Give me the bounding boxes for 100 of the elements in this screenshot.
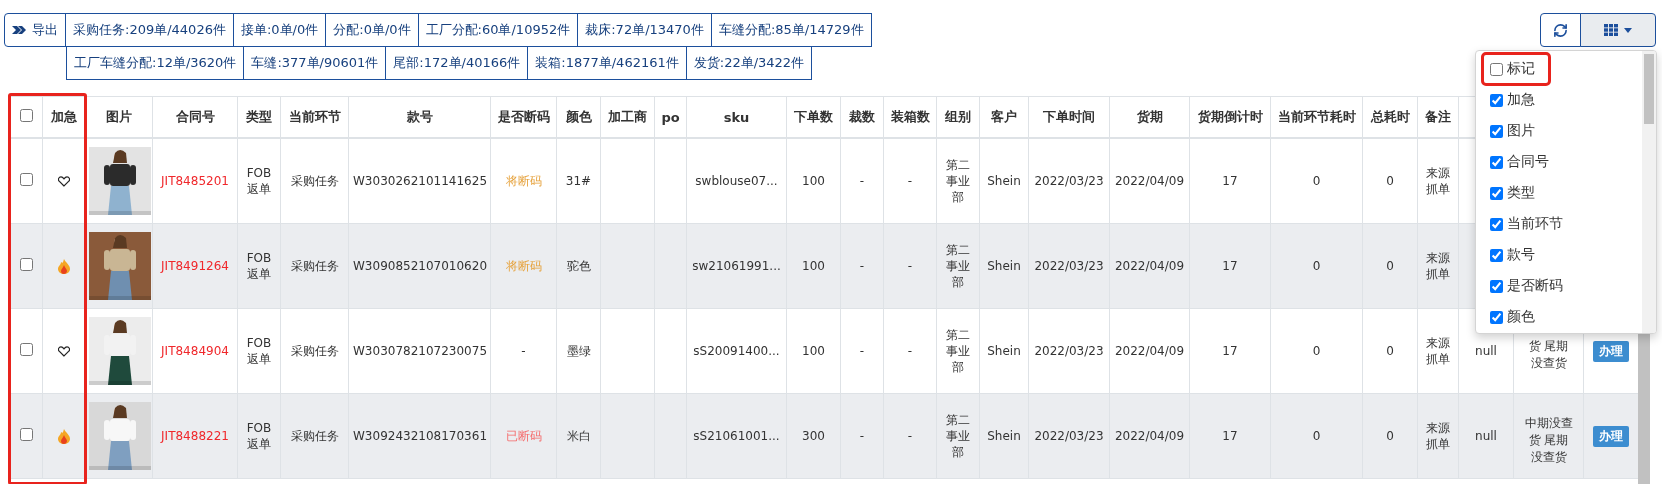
column-header: 图片 [84,96,153,138]
select-all-checkbox[interactable] [20,109,33,122]
row-checkbox[interactable] [20,342,33,356]
column-header: 裁数 [840,96,884,138]
stage-duration: 0 [1312,259,1321,273]
column-checkbox[interactable] [1490,217,1503,231]
contract-number: JIT8485201 [161,174,229,188]
total-duration: 0 [1386,259,1394,273]
column-option[interactable]: 合同号 [1484,148,1555,176]
department-name: 第二事业部 [946,413,970,459]
handle-button[interactable]: 办理 [1593,340,1629,362]
contract-number: JIT8491264 [161,259,229,273]
scrollbar-thumb[interactable] [1644,54,1654,124]
order-type: FOB返单 [246,421,272,451]
color-name: 驼色 [566,259,591,273]
cell-text: null [1475,429,1497,443]
column-option[interactable]: 款号 [1484,241,1548,269]
column-header: 合同号 [152,96,238,138]
column-checkbox[interactable] [1490,186,1503,200]
export-button[interactable]: 导出 [4,13,66,47]
current-stage: 采购任务 [290,344,339,358]
cut-quantity: - [859,259,865,273]
order-type: FOB返单 [246,336,272,366]
order-quantity: 100 [802,259,825,273]
cut-quantity: - [859,344,865,358]
column-checkbox[interactable] [1490,310,1503,324]
style-number: W3030262101141625 [353,174,488,188]
cut-quantity: - [859,174,865,188]
columns-button[interactable] [1580,13,1656,47]
total-duration: 0 [1386,174,1394,188]
column-option[interactable]: 图片 [1484,117,1548,145]
column-checkbox[interactable] [1490,93,1503,107]
stage-duration: 0 [1312,174,1321,188]
cut-quantity: - [859,429,865,443]
column-option[interactable]: 是否断码 [1484,272,1569,300]
column-checkbox[interactable] [1490,248,1503,262]
column-checkbox[interactable] [1490,155,1503,169]
column-option[interactable]: 加急 [1484,86,1548,114]
column-header: 货期倒计时 [1189,96,1271,138]
column-option[interactable]: 类型 [1484,179,1548,207]
remark-text: 来源抓单 [1426,166,1450,196]
column-header: 总耗时 [1362,96,1418,138]
contract-number: JIT8484904 [161,344,229,358]
stage-count-button[interactable]: 发货:22单/3422件 [685,46,813,80]
refresh-button[interactable] [1540,13,1581,47]
column-header: 备注 [1417,96,1459,138]
remark-text: 货 尾期没查货 [1527,338,1570,372]
column-checkbox[interactable] [1490,124,1503,138]
delivery-date: 2022/04/09 [1114,344,1185,358]
department-name: 第二事业部 [946,328,970,374]
order-quantity: 100 [802,174,825,188]
column-option[interactable]: 标记 [1484,55,1548,83]
row-checkbox[interactable] [20,427,33,441]
order-quantity: 300 [802,429,825,443]
remark-text: 来源抓单 [1426,336,1450,366]
column-header: 款号 [348,96,491,138]
order-date: 2022/03/23 [1034,174,1104,188]
sku-code: sw21061991... [692,259,781,273]
column-header: sku [686,96,787,138]
column-header: 下单数 [786,96,841,138]
stage-count-button[interactable]: 工厂车缝分配:12单/3620件 [66,46,245,80]
size-break-status: 将断码 [505,174,542,188]
department-name: 第二事业部 [946,243,970,289]
scrollbar[interactable] [1642,51,1656,333]
order-type: FOB返单 [246,166,272,196]
row-checkbox[interactable] [20,257,33,271]
size-break-status: 将断码 [505,259,542,273]
packed-quantity: - [907,429,913,443]
column-checkbox[interactable] [1490,279,1503,293]
column-option[interactable]: 颜色 [1484,303,1548,331]
column-header: 下单时间 [1028,96,1110,138]
column-header: 当前环节耗时 [1270,96,1363,138]
order-date: 2022/03/23 [1034,344,1104,358]
size-break-status: - [521,344,526,358]
column-header: po [654,96,687,138]
column-checkbox[interactable] [1490,62,1503,76]
packed-quantity: - [907,174,913,188]
delivery-countdown: 17 [1222,344,1238,358]
packed-quantity: - [907,344,913,358]
delivery-countdown: 17 [1222,259,1238,273]
department-name: 第二事业部 [946,158,970,204]
contract-number: JIT8488221 [161,429,229,443]
double-arrow-icon [12,25,28,35]
current-stage: 采购任务 [290,174,339,188]
customer-name: Shein [987,429,1021,443]
style-number: W3092432108170361 [353,429,488,443]
sku-code: sS20091400... [693,344,780,358]
column-header: 装箱数 [883,96,937,138]
stage-duration: 0 [1312,429,1321,443]
sku-code: swblouse07... [695,174,778,188]
style-number: W3030782107230075 [353,344,488,358]
handle-button[interactable]: 办理 [1593,425,1629,447]
stage-count-button[interactable]: 车缝分配:85单/14729件 [710,13,872,47]
customer-name: Shein [987,259,1021,273]
row-checkbox[interactable] [20,172,33,186]
stage-count-button[interactable]: 采购任务:209单/44026件 [65,13,234,47]
column-option[interactable]: 当前环节 [1484,210,1569,238]
delivery-countdown: 17 [1222,429,1238,443]
stage-duration: 0 [1312,344,1321,358]
column-header: 加工商 [600,96,655,138]
